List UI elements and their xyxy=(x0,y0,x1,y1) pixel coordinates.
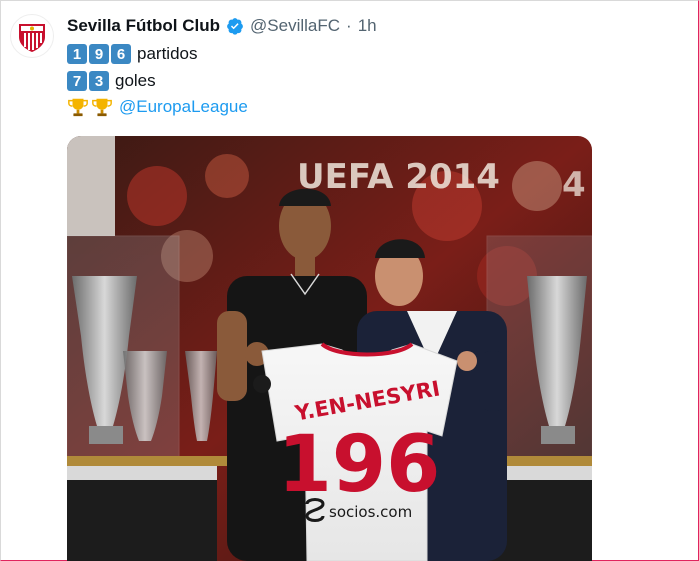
separator-dot: · xyxy=(346,16,352,35)
handle[interactable]: @SevillaFC xyxy=(250,16,340,36)
sevilla-crest-icon xyxy=(19,24,45,52)
avatar[interactable] xyxy=(10,14,54,58)
trophy-icon xyxy=(68,98,88,117)
line-text: goles xyxy=(115,71,156,90)
keycap-digit: 9 xyxy=(89,44,109,64)
tweet-photo[interactable]: UEFA 2014 4 Y.EN-NESYRI 196 socios.com xyxy=(67,136,592,561)
tweet-line-goles: 7 3 goles xyxy=(67,71,156,91)
keycap-digit: 3 xyxy=(89,71,109,91)
trophy-icon xyxy=(92,98,112,117)
wall-banner-text-right: 4 xyxy=(562,165,586,205)
tweet-header: Sevilla Fútbol Club @SevillaFC · 1h xyxy=(67,16,377,36)
keycap-digit: 7 xyxy=(67,71,87,91)
wall-banner-text: UEFA 2014 xyxy=(297,157,500,197)
tweet-line-mention: @EuropaLeague xyxy=(67,96,248,118)
tweet-line-partidos: 1 9 6 partidos xyxy=(67,44,197,64)
timestamp[interactable]: 1h xyxy=(358,16,377,36)
line-text: partidos xyxy=(137,44,198,63)
display-name[interactable]: Sevilla Fútbol Club xyxy=(67,16,220,36)
verified-badge-icon xyxy=(227,18,243,35)
keycap-digit: 1 xyxy=(67,44,87,64)
photo-illustration: UEFA 2014 4 Y.EN-NESYRI 196 socios.com xyxy=(67,136,592,561)
keycap-digit: 6 xyxy=(111,44,131,64)
jersey-sponsor: socios.com xyxy=(329,503,412,521)
jersey-number: 196 xyxy=(278,420,441,510)
mention-link[interactable]: @EuropaLeague xyxy=(119,97,248,117)
